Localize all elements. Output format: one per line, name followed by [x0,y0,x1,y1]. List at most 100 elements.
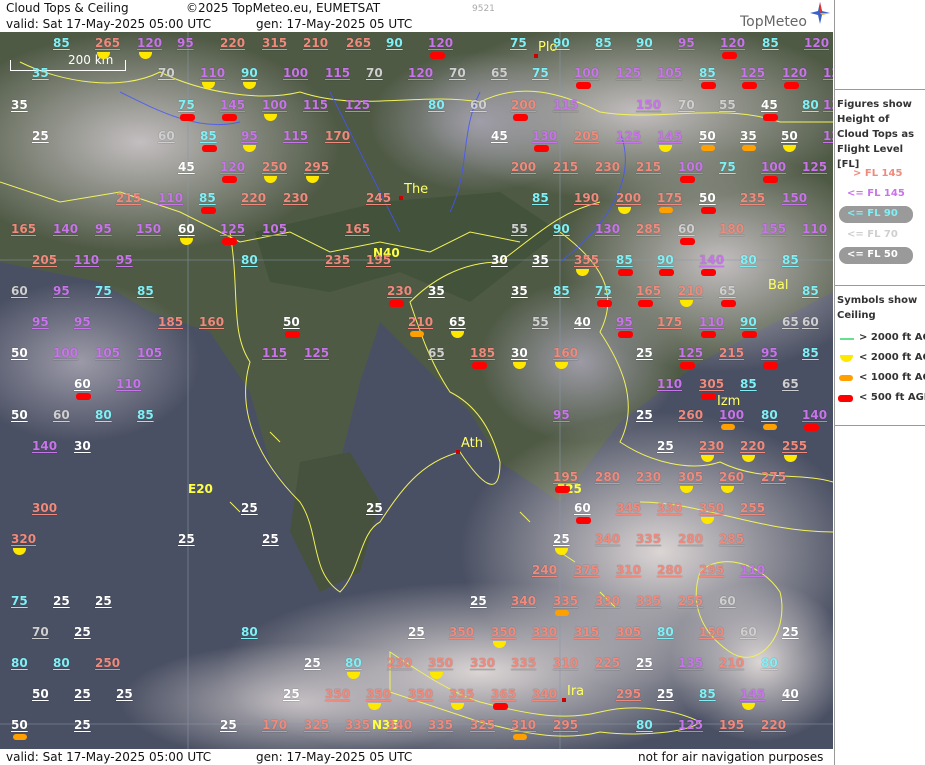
cloud-top-label: 230 [595,160,621,174]
cloud-top-label: 300 [32,501,58,515]
cloud-top-label: 60 [470,98,487,112]
cloud-top-label: 80 [657,625,674,639]
cloud-top-label: 85 [802,346,819,360]
cloud-top-label: 335 [636,532,662,546]
cloud-top-label: 45 [761,98,778,112]
cloud-top-label: 80 [53,656,70,670]
cloud-top-label: 95 [761,346,778,360]
ceiling-bar-red-icon [513,114,528,121]
cloud-top-label: 225 [595,656,621,670]
cloud-top-label: 115 [303,98,329,112]
map-header: Cloud Tops & Ceiling ©2025 TopMeteo.eu, … [0,0,833,32]
cloud-top-label: 125 [345,98,371,112]
cloud-top-label: 305 [616,625,642,639]
cloud-top-label: 120 [823,98,833,112]
cloud-top-label: 50 [32,687,49,701]
cloud-top-label: 60 [178,222,195,236]
ceiling-bar-orange-icon [410,331,424,337]
cloud-top-label: 25 [553,532,570,546]
cloud-top-label: 345 [616,501,642,515]
ceiling-bar-red-icon [742,331,757,338]
cloud-top-label: 335 [449,687,475,701]
ceiling-bar-red-icon [472,362,487,369]
cloud-top-label: 85 [699,687,716,701]
cloud-top-label: 25 [408,625,425,639]
cloud-top-label: 195 [366,253,392,267]
cloud-top-label: 75 [595,284,612,298]
ceiling-bar-red-icon [222,238,237,245]
cloud-top-label: 45 [491,129,508,143]
image-number: 9521 [472,4,495,14]
cloud-top-label: 220 [740,439,766,453]
cloud-top-label: 130 [532,129,558,143]
city-label-izmir: Izm [717,394,741,409]
cloud-top-label: 350 [325,687,351,701]
legend-ceiling-title: Symbols show Ceiling [837,295,918,321]
cloud-top-label: 85 [137,284,154,298]
cloud-top-label: 260 [678,408,704,422]
cloud-top-label: 185 [158,315,184,329]
cloud-top-label: 25 [283,687,300,701]
cloud-top-label: 100 [574,66,600,80]
cloud-top-label: 85 [782,253,799,267]
cloud-top-label: 325 [304,718,330,732]
cloud-top-label: 25 [74,718,91,732]
cloud-top-label: 55 [719,98,736,112]
ceiling-bar-red-icon [534,145,549,152]
cloud-top-label: 170 [325,129,351,143]
cloud-top-label: 280 [657,563,683,577]
cloud-top-label: 100 [262,98,288,112]
cloud-top-label: 120 [823,129,833,143]
city-dot-iraklion [562,698,566,702]
cloud-top-label: 25 [241,501,258,515]
cloud-top-label: 220 [220,36,246,50]
cloud-top-label: 105 [262,222,288,236]
city-label-iraklion: Ira [567,684,585,699]
compass-logo-icon [810,2,830,24]
cloud-top-label: 220 [761,718,787,732]
cloud-top-label: 25 [636,408,653,422]
cloud-top-label: 330 [470,656,496,670]
cloud-top-label: 40 [574,315,591,329]
cloud-top-label: 105 [137,346,163,360]
cloud-top-label: 65 [449,315,466,329]
ceiling-bar-red-icon [701,331,716,338]
cloud-top-label: 145 [657,129,683,143]
cloud-top-label: 215 [116,191,142,205]
cloud-top-label: 95 [74,315,91,329]
cloud-top-label: 25 [220,718,237,732]
ceiling-bar-orange-icon [513,734,527,740]
cloud-top-label: 220 [241,191,267,205]
cloud-top-label: 75 [510,36,527,50]
footer-disclaimer: not for air navigation purposes [638,750,824,764]
cloud-top-label: 110 [802,222,828,236]
satellite-map[interactable]: 200 km Plo The Ath Izm Bal Ira N40 E20 E… [0,32,833,749]
cloud-top-label: 125 [823,66,833,80]
ceiling-bar-orange-icon [742,145,756,151]
cloud-top-label: 150 [636,98,662,112]
cloud-top-label: 90 [241,66,258,80]
cloud-top-label: 125 [802,160,828,174]
cloud-top-label: 60 [158,129,175,143]
cloud-top-label: 210 [678,284,704,298]
cloud-top-label: 65 [491,66,508,80]
cloud-top-label: 50 [283,315,300,329]
cloud-top-label: 165 [11,222,37,236]
ceiling-bar-red-icon [222,176,237,183]
cloud-top-label: 350 [491,625,517,639]
cloud-top-label: 210 [408,315,434,329]
ceiling-bar-orange-icon [555,610,569,616]
ceiling-bar-orange-icon [839,375,853,381]
cloud-top-label: 340 [511,594,537,608]
ceiling-bar-orange-icon [763,424,777,430]
cloud-top-label: 85 [762,36,779,50]
cloud-top-label: 65 [782,377,799,391]
cloud-top-label: 335 [345,718,371,732]
ceiling-bar-red-icon [222,114,237,121]
ceiling-bar-red-icon [618,331,633,338]
cloud-top-label: 35 [532,253,549,267]
ceiling-bar-red-icon [493,703,508,710]
cloud-top-label: 25 [178,532,195,546]
legend-divider [835,285,925,286]
cloud-top-label: 80 [761,408,778,422]
